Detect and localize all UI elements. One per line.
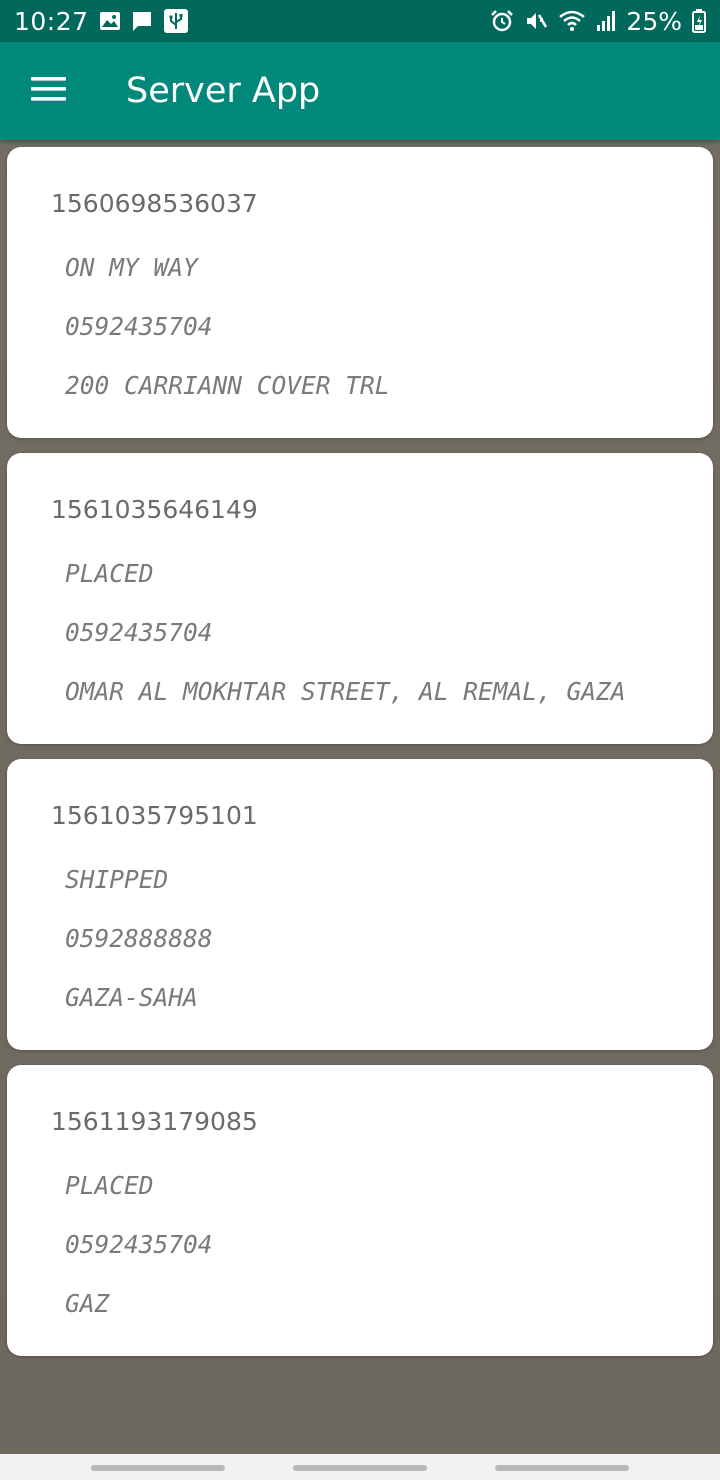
menu-button[interactable]	[0, 42, 98, 140]
order-status: ON MY WAY	[65, 253, 198, 282]
status-bar-right: 25%	[490, 7, 706, 36]
order-card[interactable]: 1560698536037 ON MY WAY 0592435704 200 C…	[7, 147, 713, 438]
order-phone: 0592435704	[65, 618, 213, 647]
order-address: GAZA-SAHA	[65, 983, 198, 1012]
order-status: SHIPPED	[65, 865, 169, 894]
signal-icon	[596, 10, 616, 32]
hamburger-menu-icon	[31, 76, 67, 107]
message-icon	[131, 10, 153, 32]
wifi-icon	[558, 9, 586, 33]
order-phone: 0592888888	[65, 924, 213, 953]
usb-icon	[163, 8, 189, 34]
order-status: PLACED	[65, 559, 154, 588]
order-address: 200 CARRIANN COVER TRL	[65, 371, 390, 400]
order-id: 1560698536037	[51, 189, 258, 218]
app-bar: Server App	[0, 42, 720, 140]
order-id: 1561193179085	[51, 1107, 258, 1136]
mute-icon	[524, 9, 548, 33]
status-time: 10:27	[14, 6, 89, 36]
order-card[interactable]: 1561035646149 PLACED 0592435704 OMAR AL …	[7, 453, 713, 744]
home-button[interactable]	[293, 1465, 427, 1471]
navigation-bar	[0, 1454, 720, 1480]
order-id: 1561035646149	[51, 495, 258, 524]
order-card[interactable]: 1561035795101 SHIPPED 0592888888 GAZA-SA…	[7, 759, 713, 1050]
battery-percentage: 25%	[626, 6, 682, 36]
gallery-icon	[99, 11, 121, 31]
status-bar: 10:27 25%	[0, 0, 720, 42]
order-card[interactable]: 1561193179085 PLACED 0592435704 GAZ	[7, 1065, 713, 1356]
page-title: Server App	[126, 71, 321, 111]
order-address: OMAR AL MOKHTAR STREET, AL REMAL, GAZA	[65, 677, 626, 706]
order-status: PLACED	[65, 1171, 154, 1200]
recents-button[interactable]	[91, 1465, 225, 1471]
alarm-icon	[490, 9, 514, 33]
order-phone: 0592435704	[65, 312, 213, 341]
status-bar-left: 10:27	[14, 7, 189, 36]
back-button[interactable]	[495, 1465, 629, 1471]
order-list[interactable]: 1560698536037 ON MY WAY 0592435704 200 C…	[0, 140, 720, 1454]
order-address: GAZ	[65, 1289, 110, 1318]
order-id: 1561035795101	[51, 801, 258, 830]
order-phone: 0592435704	[65, 1230, 213, 1259]
battery-icon	[692, 9, 706, 33]
